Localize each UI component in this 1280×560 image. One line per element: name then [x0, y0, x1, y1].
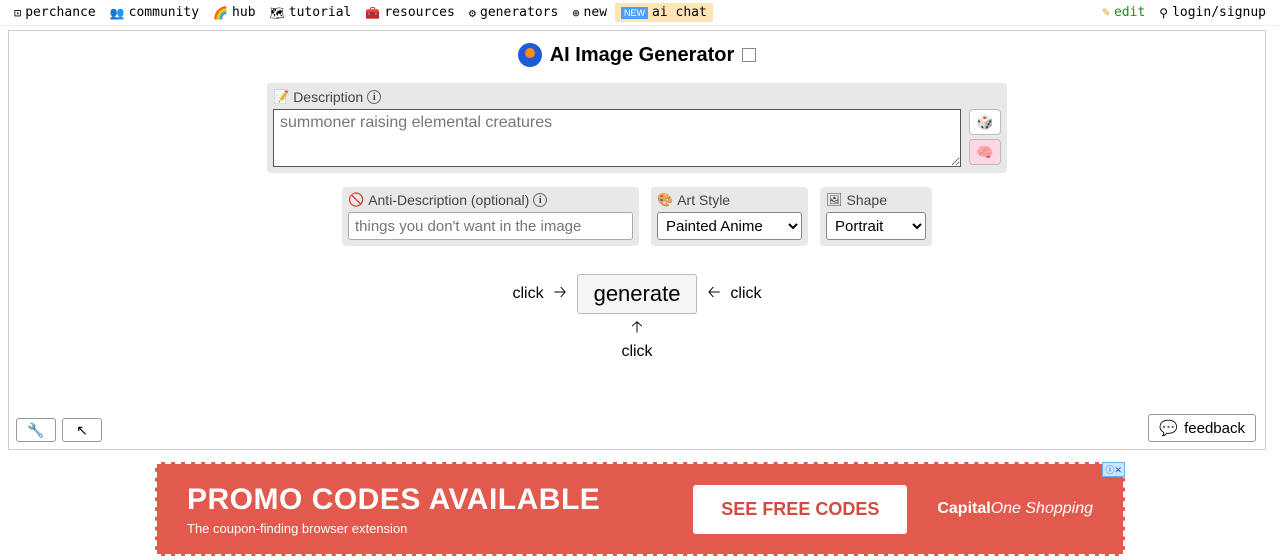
nav-perchance[interactable]: ⊡perchance	[8, 3, 102, 22]
customize-button[interactable]: 🔧	[16, 418, 56, 442]
info-icon[interactable]: i	[367, 90, 381, 104]
click-hint-right: click	[730, 285, 761, 303]
generate-row: click 🡢 generate 🡠 click	[267, 274, 1007, 314]
brain-icon: 🧠	[976, 144, 993, 161]
shape-select[interactable]: Portrait	[826, 212, 926, 240]
main-content: AI Image Generator 📝 Description i 🎲 🧠 🚫	[8, 30, 1266, 450]
pencil-icon: ✎	[1102, 5, 1110, 20]
nav-hub[interactable]: 🌈hub	[207, 3, 261, 22]
ad-close-icon[interactable]: ⓘ✕	[1102, 462, 1125, 477]
ad-headline: PROMO CODES AVAILABLE	[187, 483, 663, 517]
nav-community[interactable]: 👥community	[104, 3, 205, 22]
no-entry-icon: 🚫	[348, 192, 364, 208]
nav-edit[interactable]: ✎edit	[1096, 3, 1151, 22]
arrow-right-icon: 🡢	[554, 281, 567, 308]
shape-block: 🖼 Shape Portrait	[820, 187, 932, 246]
nav-resources[interactable]: 🧰resources	[359, 3, 460, 22]
speech-icon: 💬	[1159, 419, 1178, 437]
description-label: 📝 Description i	[273, 89, 1001, 105]
shape-label: 🖼 Shape	[826, 192, 926, 208]
dice-icon: 🎲	[976, 114, 993, 131]
nav-login[interactable]: ⚲login/signup	[1153, 3, 1272, 22]
toolbox-icon: 🧰	[365, 6, 380, 20]
arrow-nw-icon: ↖	[76, 422, 88, 439]
anti-description-input[interactable]	[348, 212, 633, 240]
art-style-select[interactable]: Painted Anime	[657, 212, 802, 240]
nav-new[interactable]: ⊕new	[566, 3, 613, 22]
map-icon: 🗺	[270, 6, 285, 20]
hint-text: Add a description, then click generate.	[267, 447, 1007, 450]
fullscreen-icon[interactable]	[742, 48, 756, 62]
nav-aichat[interactable]: NEWai chat	[615, 3, 713, 22]
page-title: AI Image Generator	[9, 31, 1265, 83]
nav-generators[interactable]: ⚙generators	[463, 3, 565, 22]
generate-button[interactable]: generate	[577, 274, 698, 314]
anti-description-label: 🚫 Anti-Description (optional) i	[348, 192, 633, 208]
nav-tutorial[interactable]: 🗺tutorial	[264, 3, 358, 22]
new-badge: NEW	[621, 7, 648, 19]
arrow-button[interactable]: ↖	[62, 418, 102, 442]
wrench-icon: 🔧	[27, 422, 44, 439]
ad-brand: CapitalOne Shopping	[937, 500, 1093, 518]
plus-circle-icon: ⊕	[572, 6, 579, 20]
dice-icon: ⊡	[14, 6, 21, 20]
rainbow-icon: 🌈	[213, 6, 228, 20]
notepad-icon: 📝	[273, 89, 289, 105]
ad-banner[interactable]: PROMO CODES AVAILABLE The coupon-finding…	[155, 462, 1125, 556]
info-icon[interactable]: i	[533, 193, 547, 207]
gears-icon: ⚙	[469, 6, 476, 20]
art-style-label: 🎨 Art Style	[657, 192, 802, 208]
framed-picture-icon: 🖼	[826, 192, 843, 208]
ad-subtitle: The coupon-finding browser extension	[187, 521, 663, 536]
arrow-left-icon: 🡠	[707, 281, 720, 308]
brain-button[interactable]: 🧠	[969, 139, 1001, 165]
ad-cta-button[interactable]: SEE FREE CODES	[693, 485, 907, 534]
key-icon: ⚲	[1159, 6, 1168, 20]
click-hint-left: click	[512, 285, 543, 303]
arrow-up-icon: 🡡	[267, 316, 1007, 343]
click-hint-below: 🡡 click	[267, 316, 1007, 361]
dice-button[interactable]: 🎲	[969, 109, 1001, 135]
planet-icon	[518, 43, 542, 67]
art-style-block: 🎨 Art Style Painted Anime	[651, 187, 808, 246]
palette-icon: 🎨	[657, 192, 673, 208]
anti-description-block: 🚫 Anti-Description (optional) i	[342, 187, 639, 246]
description-textarea[interactable]	[273, 109, 961, 167]
description-block: 📝 Description i 🎲 🧠	[267, 83, 1007, 173]
people-icon: 👥	[110, 6, 125, 20]
feedback-button[interactable]: 💬 feedback	[1148, 414, 1256, 442]
